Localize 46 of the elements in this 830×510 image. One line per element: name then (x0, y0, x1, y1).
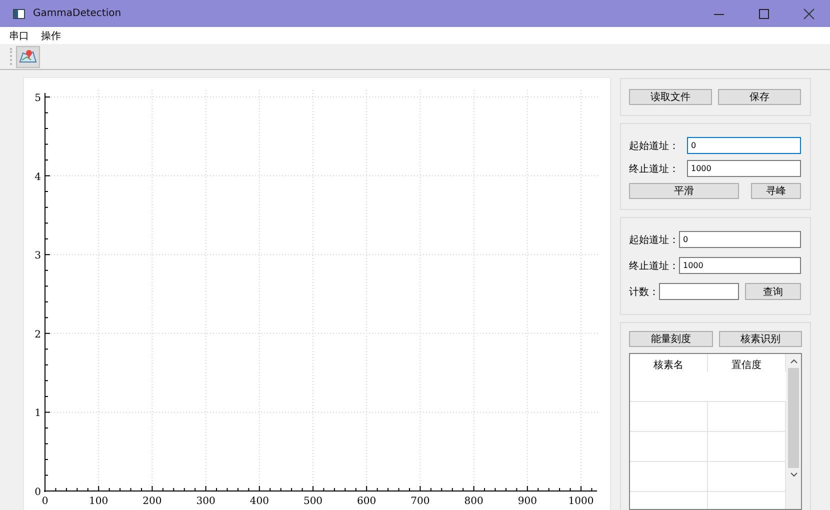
scroll-up-icon[interactable] (790, 358, 798, 364)
input-field[interactable]: 0 (679, 231, 801, 248)
maximize-icon[interactable] (758, 8, 770, 20)
window-title: GammaDetection (33, 8, 122, 19)
push-button[interactable]: 查询 (745, 283, 801, 300)
scrollbar-thumb[interactable] (788, 368, 799, 468)
tick-label: 4 (34, 172, 41, 183)
scrollbar[interactable] (786, 354, 801, 509)
tick-label: 5 (34, 93, 41, 104)
tick-label: 500 (303, 496, 323, 507)
tick-label: 1000 (568, 496, 594, 507)
tick-label: 400 (250, 496, 269, 507)
tick-label: 300 (196, 496, 216, 507)
field-label: 终止道址： (629, 260, 679, 272)
close-icon[interactable] (803, 8, 815, 20)
input-field[interactable]: 0 (687, 137, 801, 154)
field-label: 起始道址： (629, 234, 679, 246)
field-label: 起始道址： (629, 140, 680, 152)
field-label: 计数： (629, 286, 659, 298)
tick-label: 100 (89, 496, 108, 507)
field-label: 终止道址： (629, 162, 680, 176)
scroll-down-icon[interactable] (790, 472, 798, 478)
tick-label: 200 (142, 496, 162, 507)
tick-label: 1 (34, 408, 41, 420)
menu-item[interactable]: 操作 (41, 28, 61, 42)
push-button[interactable]: 平滑 (629, 183, 739, 199)
push-button[interactable]: 能量刻度 (629, 331, 712, 347)
tick-label: 0 (34, 487, 41, 498)
app-icon (13, 8, 25, 18)
tick-label: 2 (34, 329, 41, 340)
column-header[interactable]: 核素名 (630, 354, 708, 372)
map-pin-button[interactable] (16, 46, 40, 68)
input-field[interactable]: 1000 (679, 257, 801, 274)
menu-item[interactable]: 串口 (9, 28, 29, 42)
tick-label: 3 (34, 250, 41, 262)
push-button[interactable]: 核素识别 (718, 331, 802, 347)
tick-label: 600 (357, 496, 376, 507)
push-button[interactable]: 寻峰 (751, 183, 801, 199)
push-button[interactable]: 保存 (718, 89, 801, 105)
input-field[interactable]: 1000 (687, 160, 801, 177)
tick-label: 800 (464, 496, 484, 507)
push-button[interactable]: 读取文件 (629, 89, 712, 105)
input-field[interactable] (659, 283, 739, 300)
tick-label: 0 (42, 496, 48, 507)
tick-label: 700 (410, 496, 430, 507)
tick-label: 900 (518, 496, 537, 507)
